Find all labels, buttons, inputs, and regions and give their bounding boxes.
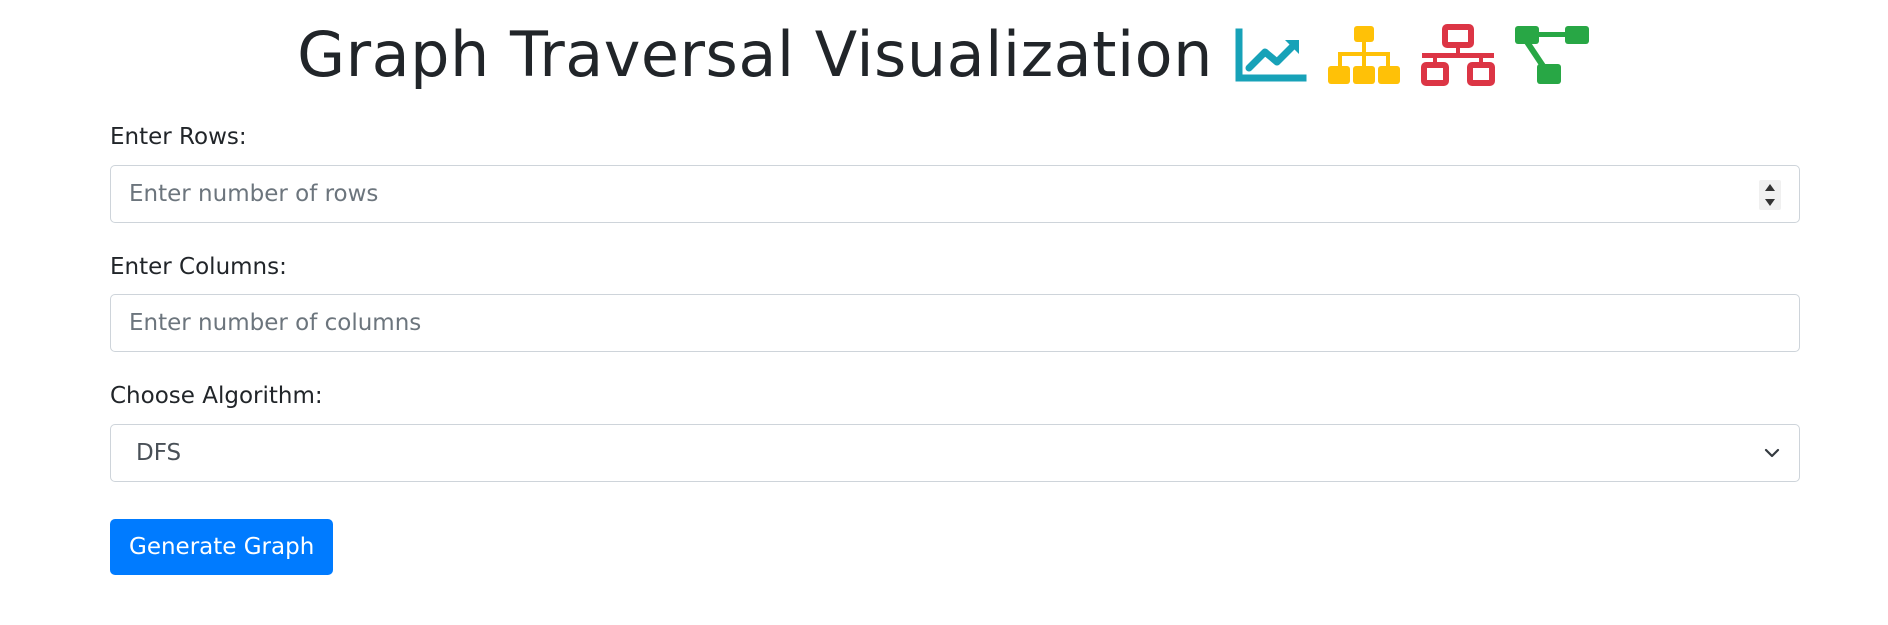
stepper-down-icon[interactable] — [1765, 198, 1775, 206]
generate-graph-button[interactable]: Generate Graph — [110, 518, 334, 575]
columns-input[interactable] — [111, 295, 1799, 352]
algorithm-label: Choose Algorithm: — [110, 383, 323, 410]
sitemap-icon — [1325, 24, 1403, 86]
rows-label: Enter Rows: — [110, 124, 247, 150]
algorithm-select[interactable]: DFS — [111, 424, 1799, 481]
rows-field — [110, 164, 1800, 223]
graph-form: Enter Rows: Enter Columns: Choose Algori… — [110, 124, 1800, 575]
network-wired-icon — [1419, 24, 1497, 86]
stepper-up-icon[interactable] — [1765, 183, 1775, 191]
header: Graph Traversal Visualization — [0, 10, 1888, 100]
chart-line-icon — [1231, 24, 1309, 86]
project-diagram-icon — [1513, 24, 1591, 86]
algorithm-field: DFS — [110, 423, 1800, 482]
columns-label: Enter Columns: — [110, 253, 287, 280]
columns-field — [110, 294, 1800, 353]
page-title: Graph Traversal Visualization — [297, 18, 1213, 91]
rows-input[interactable] — [111, 165, 1799, 222]
rows-stepper[interactable] — [1759, 179, 1781, 210]
page: Graph Traversal Visualization Enter Rows… — [0, 0, 1888, 625]
header-icons — [1231, 24, 1591, 86]
